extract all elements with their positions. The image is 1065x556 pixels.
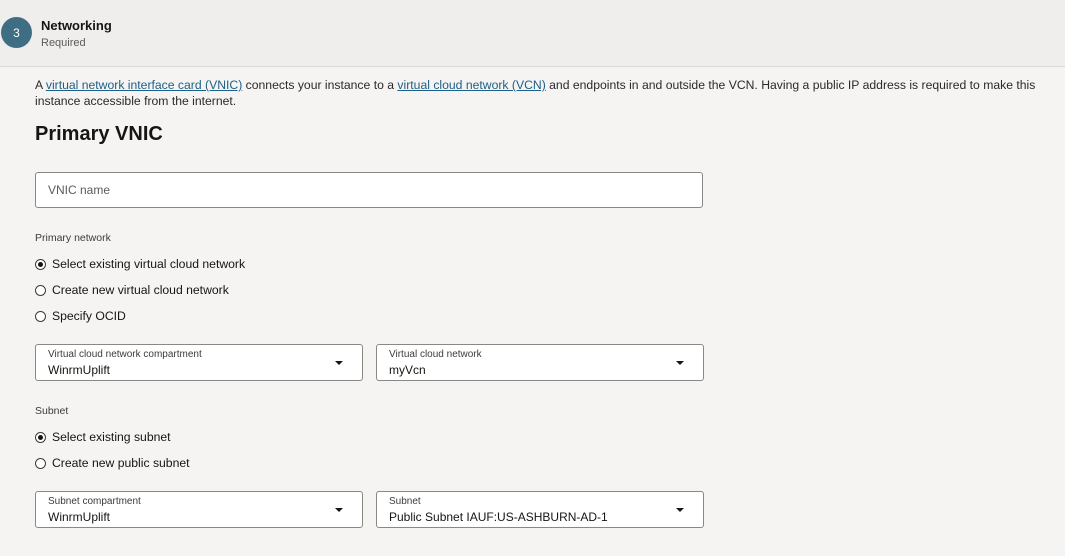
subnet-select[interactable]: Subnet Public Subnet IAUF:US-ASHBURN-AD-…: [376, 491, 704, 528]
networking-description: A virtual network interface card (VNIC) …: [35, 77, 1060, 109]
radio-button[interactable]: [35, 310, 46, 322]
radio-button-selected[interactable]: [35, 431, 46, 443]
primary-vnic-heading: Primary VNIC: [35, 123, 163, 145]
radio-label: Specify OCID: [52, 309, 126, 323]
radio-label: Select existing virtual cloud network: [52, 257, 246, 271]
radio-specify-ocid[interactable]: Specify OCID: [35, 309, 126, 323]
radio-select-existing-subnet[interactable]: Select existing subnet: [35, 430, 171, 444]
intro-text: connects your instance to a: [242, 78, 398, 92]
radio-button-selected[interactable]: [35, 258, 46, 270]
radio-select-existing-vcn[interactable]: Select existing virtual cloud network: [35, 257, 245, 271]
radio-label: Create new public subnet: [52, 456, 190, 470]
vcn-compartment-select[interactable]: Virtual cloud network compartment WinrmU…: [35, 344, 363, 381]
select-label: Subnet compartment: [48, 496, 141, 507]
radio-label: Create new virtual cloud network: [52, 283, 229, 297]
step-subtitle: Required: [41, 37, 86, 49]
primary-network-label: Primary network: [35, 232, 111, 244]
step-title: Networking: [41, 18, 112, 33]
vnic-name-input[interactable]: [36, 173, 702, 207]
select-label: Virtual cloud network: [389, 349, 482, 360]
radio-label: Select existing subnet: [52, 430, 171, 444]
subnet-compartment-select[interactable]: Subnet compartment WinrmUplift: [35, 491, 363, 528]
intro-text: A: [35, 78, 46, 92]
step-header[interactable]: 3 Networking Required: [0, 0, 1065, 67]
radio-button[interactable]: [35, 284, 46, 296]
select-value: WinrmUplift: [48, 510, 110, 524]
chevron-down-icon[interactable]: [676, 508, 684, 512]
select-value: WinrmUplift: [48, 363, 110, 377]
vnic-help-link[interactable]: virtual network interface card (VNIC): [46, 78, 242, 92]
select-value: Public Subnet IAUF:US-ASHBURN-AD-1: [389, 510, 608, 524]
radio-create-new-public-subnet[interactable]: Create new public subnet: [35, 456, 190, 470]
vnic-name-field[interactable]: [35, 172, 703, 208]
radio-create-new-vcn[interactable]: Create new virtual cloud network: [35, 283, 229, 297]
select-label: Virtual cloud network compartment: [48, 349, 202, 360]
vcn-select[interactable]: Virtual cloud network myVcn: [376, 344, 704, 381]
subnet-label: Subnet: [35, 405, 69, 417]
chevron-down-icon[interactable]: [335, 361, 343, 365]
radio-button[interactable]: [35, 457, 46, 469]
select-label: Subnet: [389, 496, 421, 507]
chevron-down-icon[interactable]: [335, 508, 343, 512]
select-value: myVcn: [389, 363, 426, 377]
vcn-help-link[interactable]: virtual cloud network (VCN): [397, 78, 545, 92]
step-number-badge: 3: [1, 17, 32, 48]
chevron-down-icon[interactable]: [676, 361, 684, 365]
